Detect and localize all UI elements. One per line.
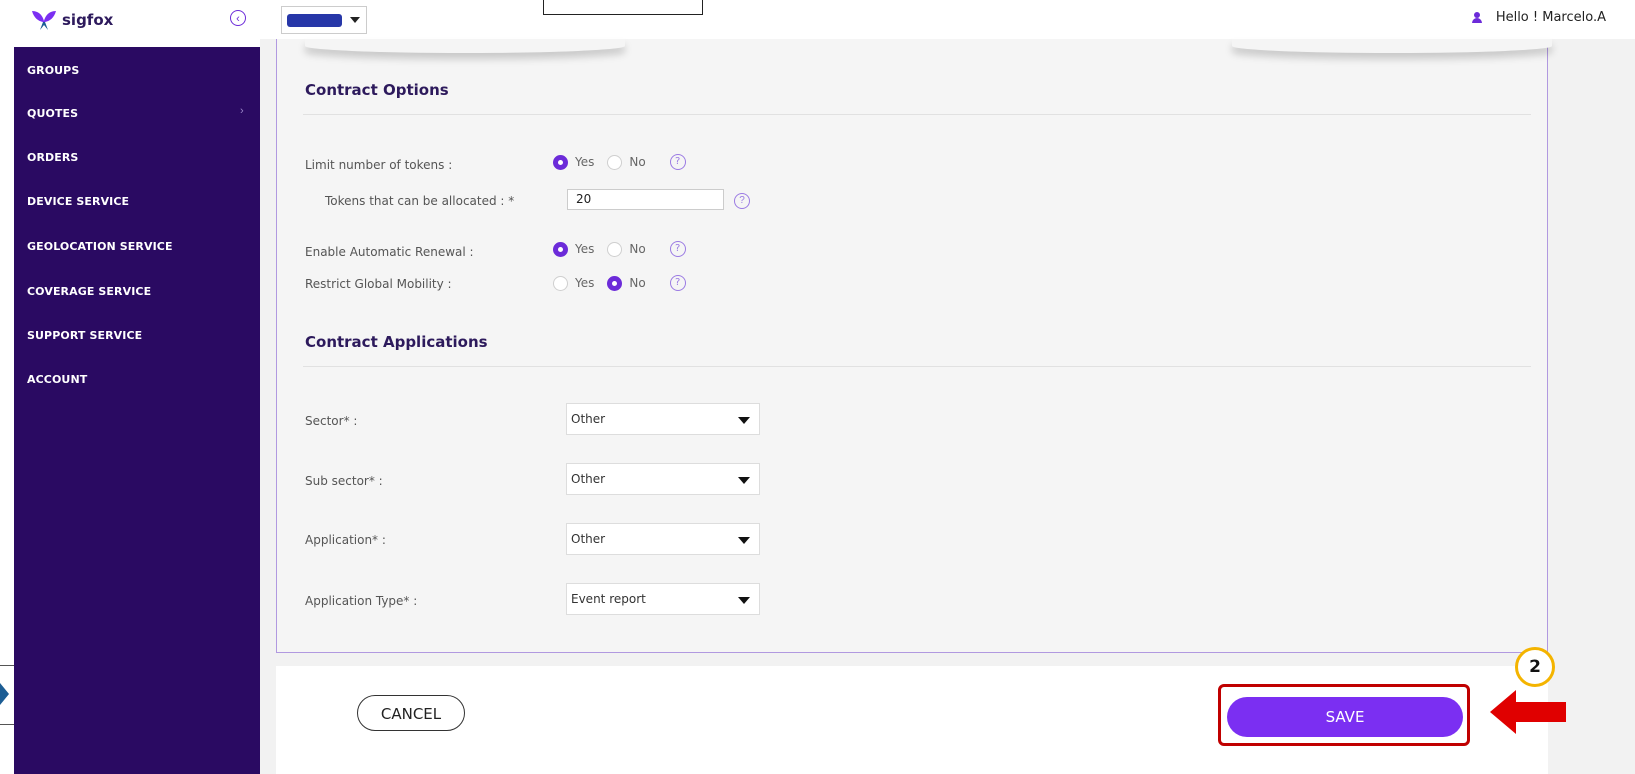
sidebar: GROUPS QUOTES › ORDERS DEVICE SERVICE GE…	[14, 47, 260, 774]
sidebar-item-account[interactable]: ACCOUNT	[27, 373, 87, 386]
divider	[303, 366, 1531, 367]
contract-applications-title: Contract Applications	[305, 333, 488, 351]
arrow-right-icon	[0, 683, 9, 705]
collapse-sidebar-icon[interactable]: ‹	[230, 10, 246, 26]
chevron-down-icon	[350, 17, 360, 23]
red-pointer-arrow-icon	[1490, 690, 1566, 734]
no-label: No	[629, 276, 646, 290]
step-number-badge: 2	[1515, 647, 1555, 687]
application-type-label: Application Type* :	[305, 594, 418, 608]
limit-tokens-label: Limit number of tokens :	[305, 158, 453, 172]
auto-renewal-no-radio[interactable]	[607, 241, 623, 257]
no-label: No	[629, 155, 646, 169]
sidebar-item-coverage-service[interactable]: COVERAGE SERVICE	[27, 285, 151, 298]
chevron-down-icon	[738, 417, 750, 424]
global-mobility-radio-group: Yes No ?	[553, 275, 686, 291]
sub-sector-label: Sub sector* :	[305, 474, 383, 488]
application-type-select[interactable]: Event report	[566, 583, 760, 615]
user-icon	[1471, 12, 1482, 23]
user-menu[interactable]: Hello ! Marcelo.A	[1471, 10, 1606, 25]
panel-shadow-left	[305, 39, 625, 53]
application-select[interactable]: Other	[566, 523, 760, 555]
sidebar-item-device-service[interactable]: DEVICE SERVICE	[27, 195, 129, 208]
top-bar: sigfox ‹ Hello ! Marcelo.A	[0, 0, 1635, 39]
help-icon[interactable]: ?	[669, 275, 686, 291]
auto-renewal-radio-group: Yes No ?	[553, 241, 686, 257]
global-mobility-no-radio[interactable]	[607, 275, 623, 291]
sector-select[interactable]: Other	[566, 403, 760, 435]
account-name-redacted	[287, 14, 342, 27]
global-mobility-label: Restrict Global Mobility :	[305, 277, 452, 291]
yes-label: Yes	[575, 276, 595, 290]
cancel-button[interactable]: CANCEL	[357, 695, 465, 731]
yes-label: Yes	[575, 242, 595, 256]
sidebar-item-quotes[interactable]: QUOTES	[27, 107, 78, 120]
sidebar-item-support-service[interactable]: SUPPORT SERVICE	[27, 329, 142, 342]
side-edge-badge	[0, 665, 14, 725]
contract-form-panel: Contract Options Limit number of tokens …	[276, 39, 1552, 653]
limit-tokens-no-radio[interactable]	[607, 154, 623, 170]
user-greeting: Hello ! Marcelo.A	[1495, 10, 1606, 25]
sigfox-logo[interactable]: sigfox	[30, 9, 113, 31]
tokens-allocated-input[interactable]: 20	[567, 189, 724, 210]
sub-sector-select[interactable]: Other	[566, 463, 760, 495]
application-value: Other	[571, 532, 606, 546]
overlay-box	[543, 0, 703, 15]
contract-options-title: Contract Options	[305, 81, 449, 99]
sub-sector-value: Other	[571, 472, 606, 486]
brand-name: sigfox	[62, 11, 114, 29]
panel-shadow-right	[1232, 39, 1552, 53]
help-icon[interactable]: ?	[734, 193, 750, 209]
chevron-down-icon	[738, 597, 750, 604]
divider	[303, 114, 1531, 115]
help-icon[interactable]: ?	[669, 154, 686, 170]
sector-label: Sector* :	[305, 414, 358, 428]
tokens-allocated-label: Tokens that can be allocated : *	[325, 194, 515, 208]
chevron-right-icon[interactable]: ›	[240, 105, 244, 117]
yes-label: Yes	[575, 155, 595, 169]
sidebar-item-geolocation-service[interactable]: GEOLOCATION SERVICE	[27, 240, 173, 253]
chevron-down-icon	[738, 537, 750, 544]
application-label: Application* :	[305, 533, 386, 547]
application-type-value: Event report	[571, 592, 646, 606]
auto-renewal-label: Enable Automatic Renewal :	[305, 245, 474, 259]
sigfox-butterfly-icon	[32, 11, 56, 30]
sidebar-item-groups[interactable]: GROUPS	[27, 64, 79, 77]
help-icon[interactable]: ?	[669, 241, 686, 257]
sidebar-item-orders[interactable]: ORDERS	[27, 151, 78, 164]
limit-tokens-radio-group: Yes No ?	[553, 154, 686, 170]
global-mobility-yes-radio[interactable]	[553, 275, 568, 291]
account-selector[interactable]	[281, 6, 367, 34]
limit-tokens-yes-radio[interactable]	[553, 154, 568, 170]
chevron-down-icon	[738, 477, 750, 484]
no-label: No	[629, 242, 646, 256]
save-button[interactable]: SAVE	[1227, 697, 1463, 737]
auto-renewal-yes-radio[interactable]	[553, 241, 568, 257]
main-content: Contract Options Limit number of tokens …	[260, 39, 1635, 774]
sector-value: Other	[571, 412, 606, 426]
